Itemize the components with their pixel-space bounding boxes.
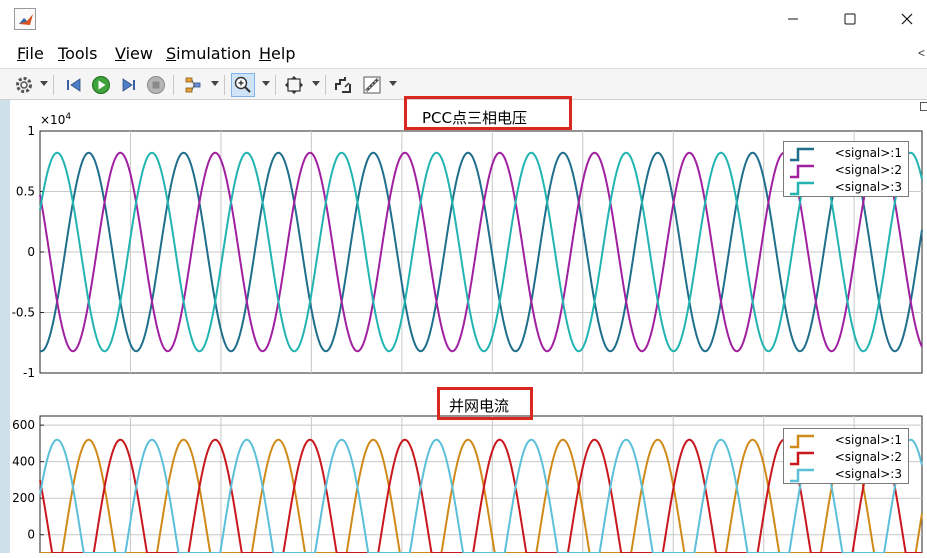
- matlab-icon[interactable]: [14, 8, 36, 30]
- y-tick-label: 1: [27, 124, 35, 138]
- legend-label: <signal>:1: [834, 433, 902, 447]
- menu-file-label: ile: [25, 44, 44, 63]
- menu-help-mnemonic: H: [259, 44, 272, 63]
- legend-entry: <signal>:2: [784, 162, 908, 179]
- maximize-icon[interactable]: [827, 0, 873, 38]
- measurements-icon[interactable]: [360, 73, 384, 97]
- menu-view-label: iew: [125, 44, 153, 63]
- toolbar-separator: [53, 75, 54, 95]
- legend-entry: <signal>:1: [784, 145, 908, 162]
- menu-help[interactable]: Help: [259, 44, 295, 63]
- configuration-gear-icon[interactable]: [12, 73, 36, 97]
- legend-entry: <signal>:2: [784, 449, 908, 466]
- y-tick-label: 0.5: [16, 185, 35, 199]
- legend-label: <signal>:3: [834, 467, 902, 481]
- y-tick-label: 400: [12, 455, 35, 469]
- step-forward-icon[interactable]: [117, 73, 141, 97]
- measurements-dropdown-icon[interactable]: [389, 81, 397, 86]
- gear-dropdown-icon[interactable]: [40, 81, 48, 86]
- legend-entry: <signal>:3: [784, 466, 908, 483]
- menu-file[interactable]: File: [17, 44, 44, 63]
- legend-label: <signal>:2: [834, 450, 902, 464]
- run-icon[interactable]: [89, 73, 113, 97]
- voltage-legend[interactable]: <signal>:1 <signal>:2 <signal>:3: [783, 141, 909, 197]
- toolbar-separator: [224, 75, 225, 95]
- minimize-icon[interactable]: [770, 0, 816, 38]
- menu-view-mnemonic: V: [115, 44, 126, 63]
- menu-simulation[interactable]: Simulation: [166, 44, 251, 63]
- current-legend[interactable]: <signal>:1 <signal>:2 <signal>:3: [783, 428, 909, 484]
- y-tick-label: 0: [27, 528, 35, 542]
- left-panel-edge: [0, 100, 10, 553]
- close-icon[interactable]: [884, 0, 927, 38]
- fit-to-view-icon[interactable]: [282, 73, 306, 97]
- autoscale-icon[interactable]: [331, 73, 355, 97]
- title-bar: [0, 0, 927, 38]
- menu-simulation-label: imulation: [176, 44, 252, 63]
- menu-tools-label: ools: [65, 44, 98, 63]
- fit-dropdown-icon[interactable]: [312, 81, 320, 86]
- zoom-dropdown-icon[interactable]: [262, 81, 270, 86]
- legend-label: <signal>:2: [834, 163, 902, 177]
- menu-bar: File Tools View Simulation Help <: [0, 38, 927, 68]
- menu-help-label: elp: [271, 44, 296, 63]
- toolbar-separator: [325, 75, 326, 95]
- y-tick-label: -1: [23, 366, 35, 380]
- menu-view[interactable]: View: [115, 44, 153, 63]
- legend-label: <signal>:1: [834, 146, 902, 160]
- toolbar-separator: [173, 75, 174, 95]
- voltage-title-highlight: [404, 96, 572, 130]
- y-tick-label: 200: [12, 491, 35, 505]
- scope-window: File Tools View Simulation Help < 1 0.5 …: [0, 0, 927, 554]
- legend-entry: <signal>:1: [784, 432, 908, 449]
- undock-icon[interactable]: [920, 102, 927, 111]
- menu-tools[interactable]: Tools: [58, 44, 97, 63]
- current-title-highlight: [437, 387, 533, 420]
- legend-entry: <signal>:3: [784, 179, 908, 196]
- toolbar-separator: [275, 75, 276, 95]
- y-tick-label: 0: [27, 245, 35, 259]
- signal-selector-dropdown-icon[interactable]: [211, 81, 219, 86]
- step-back-icon[interactable]: [62, 73, 86, 97]
- voltage-exponent-base: ×10: [40, 113, 66, 127]
- zoom-in-icon[interactable]: [231, 73, 255, 97]
- menu-simulation-mnemonic: S: [166, 44, 177, 63]
- menu-file-mnemonic: F: [17, 44, 26, 63]
- y-tick-label: -0.5: [12, 306, 35, 320]
- voltage-exponent-label: ×104: [40, 112, 71, 127]
- menu-tools-mnemonic: T: [58, 44, 66, 63]
- legend-label: <signal>:3: [834, 180, 902, 194]
- signal-selector-icon[interactable]: [181, 73, 205, 97]
- y-tick-label: 600: [12, 418, 35, 432]
- menu-overflow-icon[interactable]: <: [918, 46, 925, 60]
- voltage-exponent-power: 4: [65, 112, 72, 122]
- stop-icon[interactable]: [144, 73, 168, 97]
